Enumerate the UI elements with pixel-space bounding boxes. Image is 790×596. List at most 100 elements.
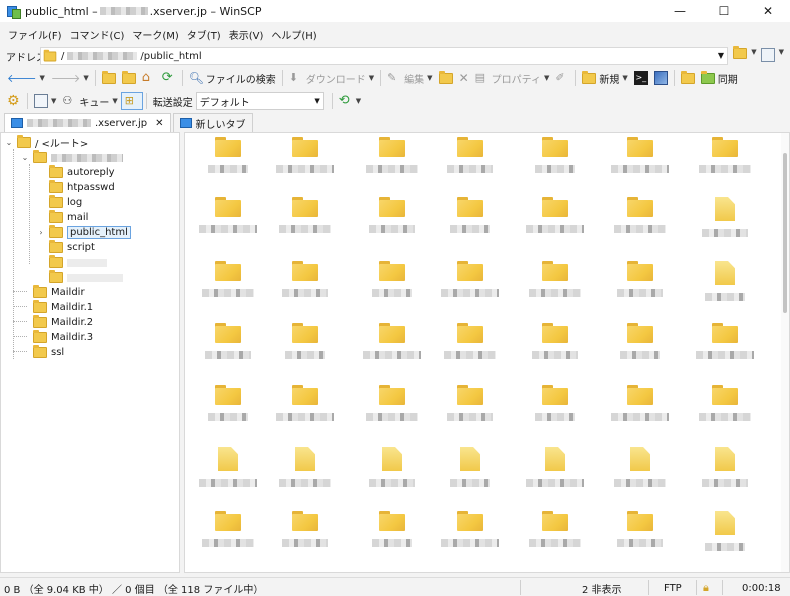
file-grid-item[interactable] bbox=[520, 385, 590, 421]
view-mode-button[interactable]: ▼ bbox=[31, 91, 59, 111]
file-grid-item[interactable] bbox=[193, 197, 263, 233]
file-grid-item[interactable] bbox=[605, 197, 675, 233]
tree-node-log[interactable]: log bbox=[37, 195, 82, 210]
sync-browse-button[interactable]: ⟲ ▼ bbox=[336, 91, 364, 111]
home-button[interactable]: ⌂ bbox=[139, 68, 159, 88]
move-button[interactable] bbox=[436, 68, 456, 88]
menu-mark[interactable]: マーク(M) bbox=[128, 27, 182, 42]
tree-toggle-button[interactable]: ⊞ bbox=[120, 92, 143, 110]
file-grid-item[interactable] bbox=[605, 323, 675, 359]
directory-tree[interactable]: ⌄ / <ルート> ⌄ autoreply htpasswd log mail … bbox=[0, 132, 180, 573]
queue-button[interactable]: ⚇ キュー ▼ bbox=[59, 91, 120, 111]
chevron-right-icon[interactable]: › bbox=[37, 228, 45, 237]
download-button[interactable]: ⬇ ダウンロード ▼ bbox=[286, 68, 377, 88]
file-grid-item[interactable] bbox=[520, 323, 590, 359]
tree-node-autoreply[interactable]: autoreply bbox=[37, 165, 115, 180]
file-grid-item[interactable] bbox=[435, 511, 505, 547]
tree-node-maildir-2[interactable]: Maildir.2 bbox=[21, 315, 93, 330]
vertical-scrollbar[interactable] bbox=[781, 133, 789, 572]
menu-tab[interactable]: タブ(T) bbox=[183, 27, 225, 42]
file-grid-item[interactable] bbox=[690, 261, 760, 301]
rename-button[interactable]: ✐ bbox=[552, 68, 572, 88]
file-grid-item[interactable] bbox=[270, 447, 340, 487]
tree-node-root[interactable]: ⌄ / <ルート> bbox=[5, 135, 88, 150]
tab-new[interactable]: 新しいタブ bbox=[172, 113, 253, 132]
forward-button[interactable]: 🡒 ▼ bbox=[48, 68, 92, 88]
menu-file[interactable]: ファイル(F) bbox=[4, 27, 66, 42]
tree-node-maildir[interactable]: Maildir bbox=[21, 285, 85, 300]
putty-button[interactable] bbox=[651, 68, 671, 88]
parent-dir-button[interactable] bbox=[99, 68, 119, 88]
address-input[interactable]: / /public_html ▼ bbox=[40, 47, 728, 65]
menu-command[interactable]: コマンド(C) bbox=[66, 27, 129, 42]
file-grid-item[interactable] bbox=[357, 511, 427, 547]
maximize-button[interactable]: ☐ bbox=[702, 0, 746, 22]
find-files-button[interactable]: 🔍︎ ファイルの検索 bbox=[186, 68, 279, 88]
refresh-button[interactable]: ⟳ bbox=[159, 68, 179, 88]
tree-node-home[interactable]: ⌄ bbox=[21, 150, 123, 165]
tree-node-script[interactable]: script bbox=[37, 240, 95, 255]
file-grid-item[interactable] bbox=[520, 261, 590, 297]
file-grid-item[interactable] bbox=[690, 137, 760, 173]
file-list-pane[interactable] bbox=[184, 132, 790, 573]
minimize-button[interactable]: — bbox=[658, 0, 702, 22]
file-grid-item[interactable] bbox=[357, 261, 427, 297]
file-grid-item[interactable] bbox=[435, 323, 505, 359]
preferences-button[interactable]: ⚙ bbox=[4, 91, 24, 111]
file-grid-item[interactable] bbox=[520, 197, 590, 233]
file-grid-item[interactable] bbox=[605, 385, 675, 421]
tree-node-maildir-1[interactable]: Maildir.1 bbox=[21, 300, 93, 315]
transfer-settings-select[interactable]: デフォルト ▼ bbox=[195, 92, 324, 110]
tree-node-redacted-1[interactable] bbox=[37, 255, 107, 270]
file-grid-item[interactable] bbox=[690, 511, 760, 551]
file-grid-item[interactable] bbox=[605, 261, 675, 297]
file-grid-item[interactable] bbox=[357, 385, 427, 421]
file-grid-item[interactable] bbox=[193, 261, 263, 297]
menu-view[interactable]: 表示(V) bbox=[225, 27, 268, 42]
new-button[interactable]: 新規 ▼ bbox=[579, 68, 630, 88]
file-grid-item[interactable] bbox=[270, 511, 340, 547]
file-grid-item[interactable] bbox=[193, 323, 263, 359]
file-grid-item[interactable] bbox=[435, 197, 505, 233]
file-grid-item[interactable] bbox=[270, 323, 340, 359]
tree-node-maildir-3[interactable]: Maildir.3 bbox=[21, 330, 93, 345]
scrollbar-thumb[interactable] bbox=[783, 153, 787, 313]
close-tab-icon[interactable]: ✕ bbox=[155, 118, 163, 129]
chevron-down-icon[interactable]: ⌄ bbox=[21, 153, 29, 162]
close-button[interactable]: ✕ bbox=[746, 0, 790, 22]
file-grid-item[interactable] bbox=[270, 137, 340, 173]
file-grid-item[interactable] bbox=[520, 511, 590, 547]
tab-session[interactable]: .xserver.jp ✕ bbox=[4, 113, 171, 132]
file-grid-item[interactable] bbox=[605, 511, 675, 547]
file-grid-item[interactable] bbox=[690, 197, 760, 237]
file-grid-item[interactable] bbox=[605, 447, 675, 487]
file-grid-item[interactable] bbox=[357, 137, 427, 173]
file-grid-item[interactable] bbox=[690, 323, 760, 359]
filter-icon[interactable] bbox=[760, 48, 775, 62]
file-grid-item[interactable] bbox=[435, 137, 505, 173]
properties-button[interactable]: ▤ プロパティ ▼ bbox=[472, 68, 553, 88]
file-grid-item[interactable] bbox=[605, 137, 675, 173]
chevron-down-icon[interactable]: ▼ bbox=[779, 48, 784, 62]
file-grid-item[interactable] bbox=[193, 447, 263, 487]
file-grid-item[interactable] bbox=[435, 447, 505, 487]
file-grid-item[interactable] bbox=[357, 197, 427, 233]
file-grid-item[interactable] bbox=[690, 447, 760, 487]
sync-button[interactable]: 同期 bbox=[698, 68, 741, 88]
back-button[interactable]: 🡐 ▼ bbox=[4, 68, 48, 88]
status-hidden-count[interactable]: 2 非表示 bbox=[582, 581, 622, 596]
chevron-down-icon[interactable]: ▼ bbox=[751, 48, 756, 62]
file-grid-item[interactable] bbox=[357, 447, 427, 487]
file-grid-item[interactable] bbox=[193, 511, 263, 547]
file-grid-item[interactable] bbox=[270, 261, 340, 297]
menu-help[interactable]: ヘルプ(H) bbox=[267, 27, 320, 42]
tree-node-ssl[interactable]: ssl bbox=[21, 345, 64, 360]
edit-button[interactable]: ✎ 編集 ▼ bbox=[384, 68, 435, 88]
file-grid-item[interactable] bbox=[193, 385, 263, 421]
file-grid-item[interactable] bbox=[270, 385, 340, 421]
root-dir-button[interactable] bbox=[119, 68, 139, 88]
open-folder-icon[interactable] bbox=[733, 46, 748, 59]
delete-button[interactable]: ✕ bbox=[456, 68, 472, 88]
file-grid-item[interactable] bbox=[520, 137, 590, 173]
tree-node-mail[interactable]: mail bbox=[37, 210, 88, 225]
